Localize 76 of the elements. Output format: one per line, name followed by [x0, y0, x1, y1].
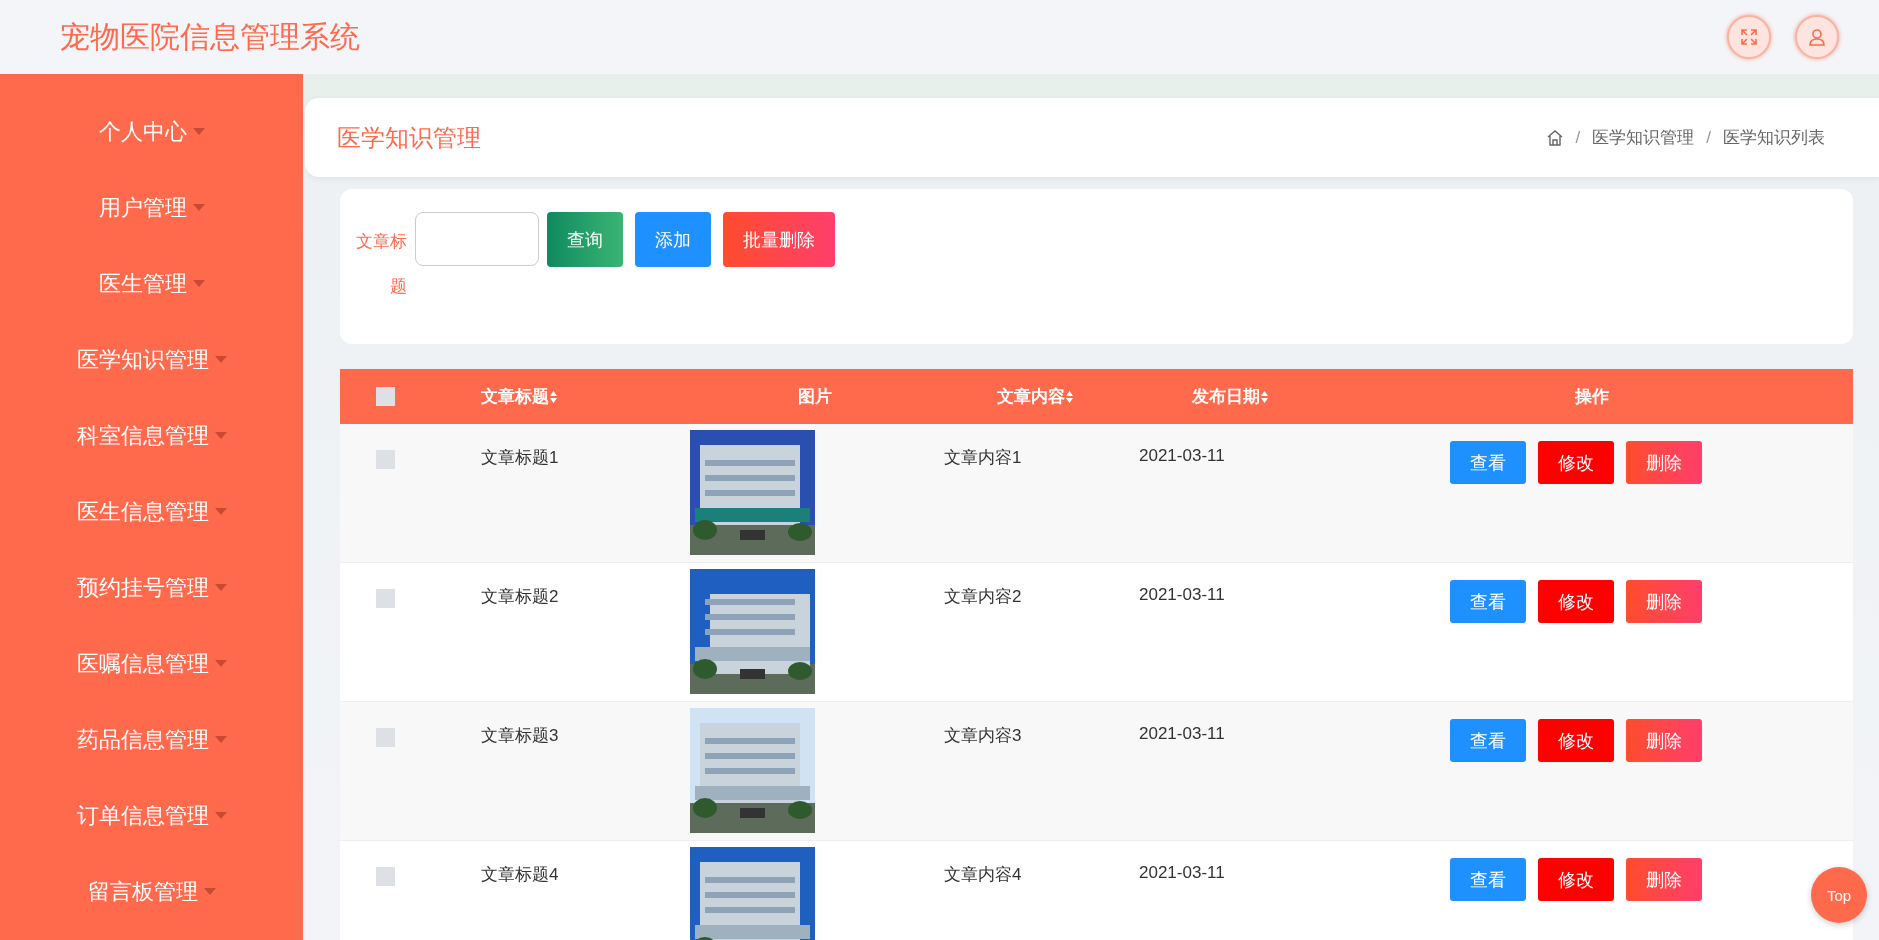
user-icon — [1808, 28, 1826, 46]
sidebar-item[interactable]: 留言板管理 — [87, 854, 216, 930]
table-cell-text: 文章内容4 — [944, 864, 1022, 886]
table-cell-text: 文章内容1 — [944, 447, 1022, 469]
breadcrumb-separator: / — [1706, 127, 1711, 148]
home-icon[interactable] — [1545, 128, 1564, 147]
user-button[interactable] — [1795, 15, 1839, 59]
column-header[interactable]: 文章内容 — [996, 385, 1065, 408]
row-checkbox[interactable] — [375, 450, 395, 469]
view-button[interactable]: 查看 — [1450, 441, 1526, 484]
select-all-checkbox[interactable] — [375, 387, 395, 406]
sidebar-item[interactable]: 药品信息管理 — [76, 702, 227, 778]
sort-icon[interactable] — [549, 389, 558, 404]
sidebar-item[interactable]: 科室信息管理 — [76, 398, 227, 474]
field-label: 文章标 — [356, 231, 407, 253]
caret-icon — [214, 356, 227, 364]
table-cell: 2021-03-11 — [1139, 863, 1225, 883]
title-input-field[interactable] — [415, 212, 539, 266]
sidebar-item[interactable]: 医生管理 — [98, 246, 205, 322]
caret-icon — [214, 508, 227, 516]
sidebar-item[interactable]: 用户管理 — [98, 170, 205, 246]
fullscreen-button[interactable] — [1727, 15, 1771, 59]
row-checkbox[interactable] — [375, 728, 395, 747]
caret-icon — [214, 660, 227, 668]
delete-button[interactable]: 删除 — [1626, 719, 1702, 762]
table-cell-text: 文章标题2 — [481, 586, 559, 608]
edit-button[interactable]: 修改 — [1538, 441, 1614, 484]
sidebar-item[interactable]: 医生信息管理 — [76, 474, 227, 550]
sidebar-item[interactable]: 医嘱信息管理 — [76, 626, 227, 702]
table-cell: 2021-03-11 — [1139, 446, 1225, 466]
edit-button[interactable]: 修改 — [1538, 719, 1614, 762]
search-button[interactable]: 查询 — [547, 212, 623, 267]
sidebar-item[interactable]: 医学知识管理 — [76, 322, 227, 398]
caret-icon — [214, 736, 227, 744]
caret-icon — [203, 888, 216, 896]
delete-button[interactable]: 删除 — [1626, 580, 1702, 623]
table-cell: 2021-03-11 — [1139, 724, 1225, 744]
sort-icon[interactable] — [1259, 389, 1269, 404]
table-cell-text: 文章标题3 — [481, 725, 559, 747]
breadcrumb-link[interactable]: 医学知识管理 — [1592, 126, 1695, 149]
app-title: 宠物医院信息管理系统 — [60, 18, 360, 55]
view-button[interactable]: 查看 — [1450, 580, 1526, 623]
caret-icon — [192, 128, 205, 136]
view-button[interactable]: 查看 — [1450, 858, 1526, 901]
row-checkbox[interactable] — [375, 867, 395, 886]
table-cell-text: 文章标题1 — [481, 447, 559, 469]
table-cell: 2021-03-11 — [1139, 585, 1225, 605]
column-header[interactable]: 文章标题 — [481, 385, 549, 408]
caret-icon — [214, 584, 227, 592]
caret-icon — [214, 812, 227, 820]
batch-delete-button[interactable]: 批量删除 — [723, 212, 835, 267]
sidebar-item[interactable]: 个人中心 — [98, 94, 205, 170]
delete-button[interactable]: 删除 — [1626, 441, 1702, 484]
caret-icon — [214, 432, 227, 440]
sidebar-item[interactable]: 预约挂号管理 — [76, 550, 227, 626]
field-label: 题 — [390, 276, 407, 298]
caret-icon — [192, 204, 205, 212]
view-button[interactable]: 查看 — [1450, 719, 1526, 762]
column-header: 图片 — [798, 386, 832, 408]
table-cell-text: 文章内容3 — [944, 725, 1022, 747]
row-checkbox[interactable] — [375, 589, 395, 608]
edit-button[interactable]: 修改 — [1538, 580, 1614, 623]
caret-icon — [192, 280, 205, 288]
sort-icon[interactable] — [1064, 389, 1074, 404]
table-cell-text: 文章标题4 — [481, 864, 559, 886]
column-header: 操作 — [1574, 386, 1609, 408]
edit-button[interactable]: 修改 — [1538, 858, 1614, 901]
sidebar-item[interactable]: 订单信息管理 — [76, 778, 227, 854]
expand-icon — [1740, 28, 1758, 46]
add-button[interactable]: 添加 — [635, 212, 711, 267]
breadcrumb-separator: / — [1575, 127, 1581, 148]
table-cell-text: 文章内容2 — [944, 586, 1022, 608]
column-header[interactable]: 发布日期 — [1191, 385, 1260, 408]
breadcrumb-link[interactable]: 医学知识列表 — [1723, 126, 1825, 149]
delete-button[interactable]: 删除 — [1626, 858, 1702, 901]
page-title: 医学知识管理 — [337, 122, 481, 153]
